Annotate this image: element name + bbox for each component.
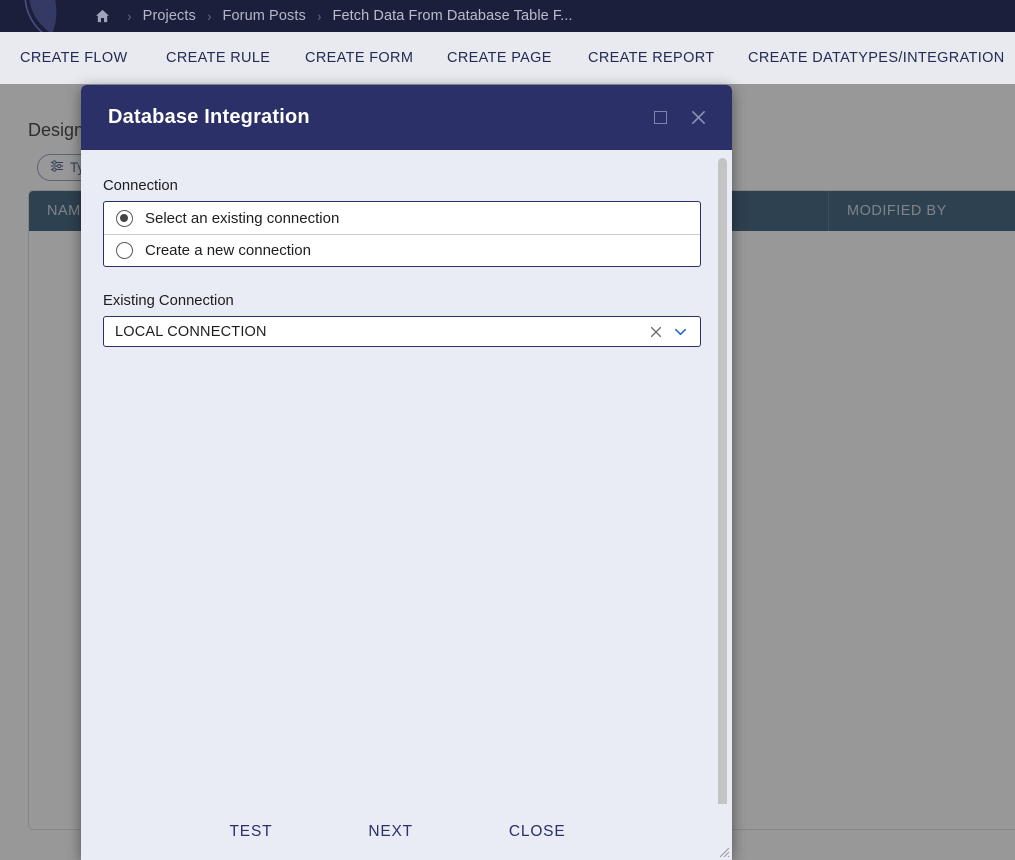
- connection-radio-group: Select an existing connection Create a n…: [103, 201, 701, 267]
- next-button[interactable]: NEXT: [360, 817, 421, 847]
- app-root: › Projects › Forum Posts › Fetch Data Fr…: [0, 0, 1015, 860]
- home-icon[interactable]: [92, 0, 112, 32]
- radio-select-existing-connection[interactable]: Select an existing connection: [104, 202, 700, 234]
- breadcrumb-item-current[interactable]: Fetch Data From Database Table F...: [333, 8, 573, 24]
- tab-create-flow[interactable]: CREATE FLOW: [20, 50, 128, 66]
- dialog-title-bar[interactable]: Database Integration: [81, 85, 732, 150]
- dialog-title: Database Integration: [108, 106, 310, 128]
- existing-connection-value: LOCAL CONNECTION: [115, 323, 267, 340]
- radio-indicator-unselected[interactable]: [116, 242, 133, 259]
- dialog-footer: TEST NEXT CLOSE: [81, 804, 732, 860]
- breadcrumb-separator: ›: [317, 8, 322, 24]
- clear-x-icon[interactable]: [644, 320, 668, 344]
- close-icon[interactable]: [684, 104, 712, 132]
- dialog-scrollbar[interactable]: [718, 158, 727, 804]
- breadcrumb-separator: ›: [207, 8, 212, 24]
- create-actions-bar: CREATE FLOW CREATE RULE CREATE FORM CREA…: [0, 32, 1015, 84]
- dialog-title-actions: [646, 104, 712, 132]
- tab-create-page[interactable]: CREATE PAGE: [447, 50, 552, 66]
- tab-create-datatypes-integration[interactable]: CREATE DATATYPES/INTEGRATION: [748, 50, 1005, 66]
- breadcrumb-item-forum-posts[interactable]: Forum Posts: [223, 8, 306, 24]
- existing-connection-label: Existing Connection: [103, 293, 234, 309]
- app-logo[interactable]: [0, 0, 95, 32]
- connection-label: Connection: [103, 178, 178, 194]
- radio-label-existing: Select an existing connection: [145, 209, 340, 227]
- tab-create-rule[interactable]: CREATE RULE: [166, 50, 270, 66]
- existing-connection-select[interactable]: LOCAL CONNECTION: [103, 316, 701, 347]
- radio-create-new-connection[interactable]: Create a new connection: [104, 234, 700, 266]
- top-breadcrumb-bar: › Projects › Forum Posts › Fetch Data Fr…: [0, 0, 1015, 32]
- tab-create-form[interactable]: CREATE FORM: [305, 50, 413, 66]
- breadcrumb-separator: ›: [127, 8, 132, 24]
- radio-indicator-selected[interactable]: [116, 209, 133, 227]
- test-button[interactable]: TEST: [222, 817, 281, 847]
- breadcrumb: › Projects › Forum Posts › Fetch Data Fr…: [92, 0, 573, 32]
- dialog-body: Connection Select an existing connection…: [81, 150, 732, 804]
- chevron-down-icon[interactable]: [668, 320, 692, 344]
- breadcrumb-item-projects[interactable]: Projects: [143, 8, 196, 24]
- maximize-icon[interactable]: [646, 104, 674, 132]
- dialog-scrollbar-thumb[interactable]: [718, 158, 727, 804]
- close-button[interactable]: CLOSE: [501, 817, 574, 847]
- tab-create-report[interactable]: CREATE REPORT: [588, 50, 714, 66]
- radio-label-new: Create a new connection: [145, 242, 311, 259]
- database-integration-dialog: Database Integration Connection Select a…: [81, 85, 732, 860]
- resize-grip-icon[interactable]: [716, 844, 730, 858]
